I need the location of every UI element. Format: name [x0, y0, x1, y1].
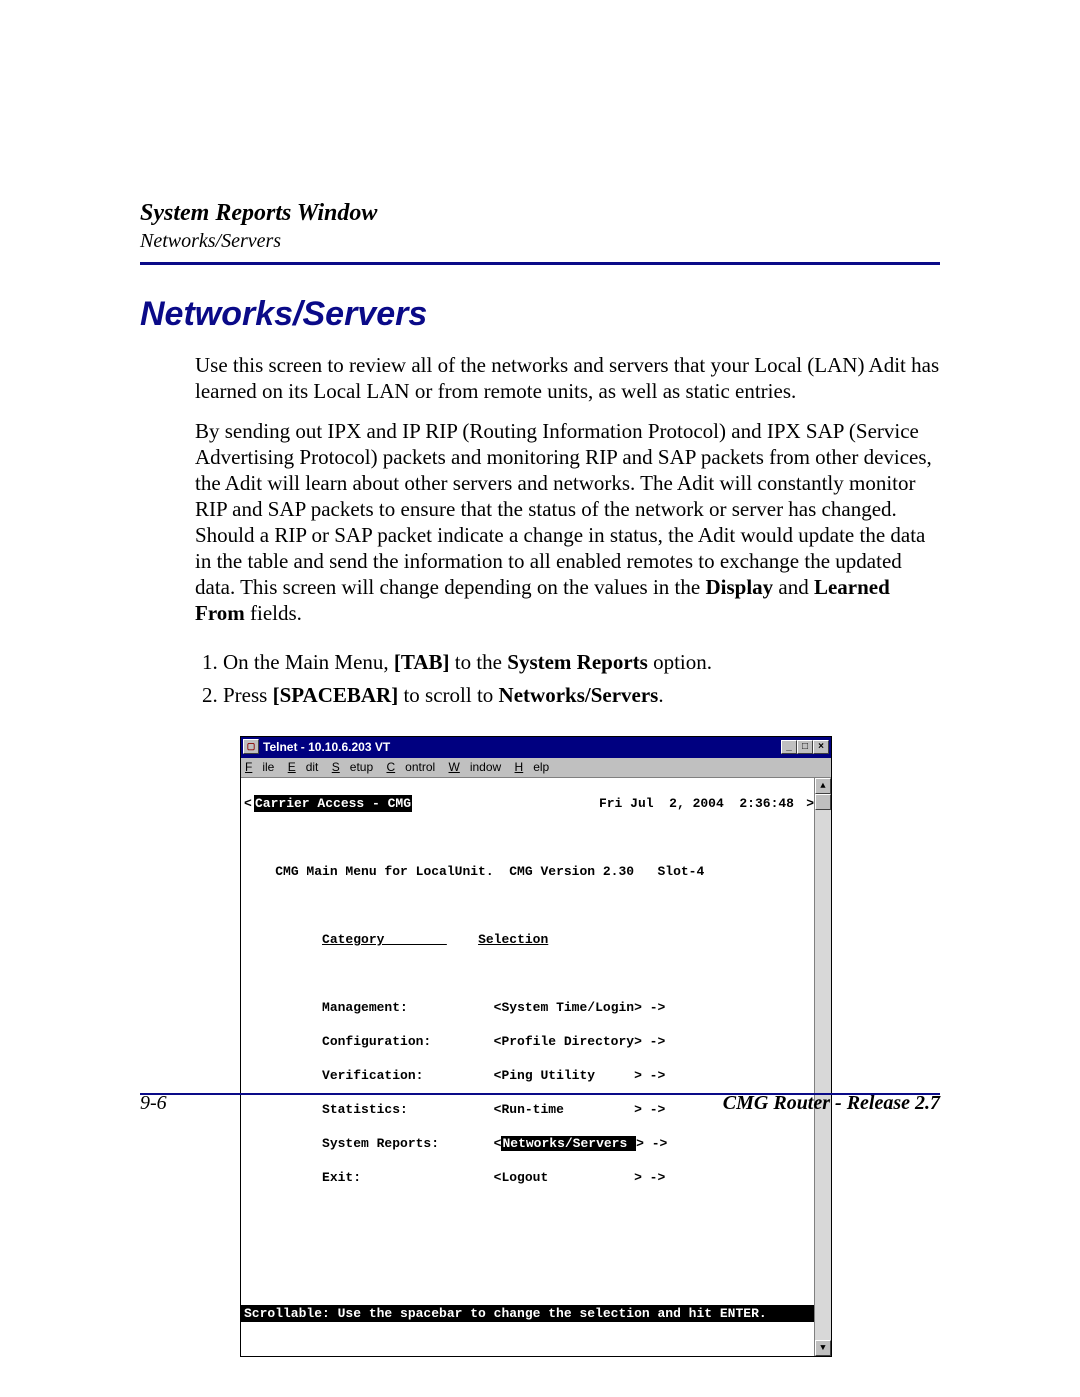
step-1-key: [TAB]: [394, 650, 450, 674]
titlebar[interactable]: ▢ Telnet - 10.10.6.203 VT _ □ ×: [241, 737, 831, 758]
minimize-button[interactable]: _: [781, 740, 797, 754]
step-1: On the Main Menu, [TAB] to the System Re…: [223, 647, 940, 679]
step-2-e: .: [658, 683, 663, 707]
menu-setup[interactable]: Setup: [332, 760, 373, 774]
term-subhead: CMG Main Menu for LocalUnit. CMG Version…: [275, 864, 704, 879]
term-row-4-cat: System Reports:: [322, 1136, 439, 1151]
term-row-0-sel[interactable]: <System Time/Login> ->: [494, 1000, 666, 1015]
step-2-key: [SPACEBAR]: [273, 683, 399, 707]
menu-file[interactable]: File: [245, 760, 274, 774]
term-row-0-cat: Management:: [322, 1000, 408, 1015]
scroll-thumb[interactable]: [815, 794, 831, 810]
section-title: Networks/Servers: [140, 295, 940, 334]
header-divider: [140, 262, 940, 265]
step-1-target: System Reports: [507, 650, 648, 674]
term-row-1-cat: Configuration:: [322, 1034, 431, 1049]
system-menu-icon[interactable]: ▢: [243, 739, 259, 754]
scroll-track[interactable]: [815, 810, 831, 1340]
step-2-c: to scroll to: [398, 683, 498, 707]
header-subtitle: Networks/Servers: [140, 228, 940, 254]
steps-list: On the Main Menu, [TAB] to the System Re…: [195, 647, 940, 712]
term-row-1-sel[interactable]: <Profile Directory> ->: [494, 1034, 666, 1049]
step-2-a: Press: [223, 683, 273, 707]
vertical-scrollbar[interactable]: ▲ ▼: [814, 778, 831, 1356]
step-1-a: On the Main Menu,: [223, 650, 394, 674]
terminal-output[interactable]: < Carrier Access - CMGFri Jul 2, 2004 2:…: [241, 778, 814, 1356]
menu-edit[interactable]: Edit: [288, 760, 319, 774]
page-footer: 9-6 CMG Router - Release 2.7: [140, 1092, 940, 1115]
term-row-2-sel[interactable]: <Ping Utility > ->: [494, 1068, 666, 1083]
step-2: Press [SPACEBAR] to scroll to Networks/S…: [223, 680, 940, 712]
term-row-5-sel[interactable]: <Logout > ->: [494, 1170, 666, 1185]
paragraph-2: By sending out IPX and IP RIP (Routing I…: [195, 418, 940, 626]
term-top-right: Fri Jul 2, 2004 2:36:48: [599, 795, 798, 812]
close-button[interactable]: ×: [813, 740, 829, 754]
step-2-target: Networks/Servers: [499, 683, 659, 707]
header-title: System Reports Window: [140, 200, 940, 228]
doc-title-footer: CMG Router - Release 2.7: [723, 1092, 940, 1115]
menu-control[interactable]: Control: [386, 760, 435, 774]
page-number: 9-6: [140, 1092, 167, 1115]
menu-help[interactable]: Help: [515, 760, 550, 774]
paragraph-2-text-a: By sending out IPX and IP RIP (Routing I…: [195, 419, 932, 599]
menubar[interactable]: File Edit Setup Control Window Help: [241, 758, 831, 778]
scroll-up-button[interactable]: ▲: [815, 778, 831, 794]
step-1-e: option.: [648, 650, 712, 674]
term-row-4-sel[interactable]: Networks/Servers: [501, 1136, 636, 1151]
paragraph-1: Use this screen to review all of the net…: [195, 352, 940, 404]
paragraph-2-text-e: fields.: [245, 601, 302, 625]
menu-window[interactable]: Window: [449, 760, 502, 774]
window-title: Telnet - 10.10.6.203 VT: [263, 740, 781, 754]
term-col2: Selection: [478, 932, 548, 947]
term-row-2-cat: Verification:: [322, 1068, 423, 1083]
term-top-left: Carrier Access - CMG: [254, 795, 412, 812]
term-row-4-close: > ->: [636, 1136, 667, 1151]
scroll-down-button[interactable]: ▼: [815, 1340, 831, 1356]
paragraph-2-bold-display: Display: [705, 575, 773, 599]
telnet-window: ▢ Telnet - 10.10.6.203 VT _ □ × File Edi…: [240, 736, 832, 1357]
page-header: System Reports Window Networks/Servers: [140, 200, 940, 254]
paragraph-2-text-c: and: [773, 575, 814, 599]
term-row-5-cat: Exit:: [322, 1170, 361, 1185]
term-col1: Category: [322, 932, 447, 947]
term-bottom-hint: Scrollable: Use the spacebar to change t…: [241, 1305, 814, 1322]
step-1-c: to the: [450, 650, 508, 674]
maximize-button[interactable]: □: [797, 740, 813, 754]
